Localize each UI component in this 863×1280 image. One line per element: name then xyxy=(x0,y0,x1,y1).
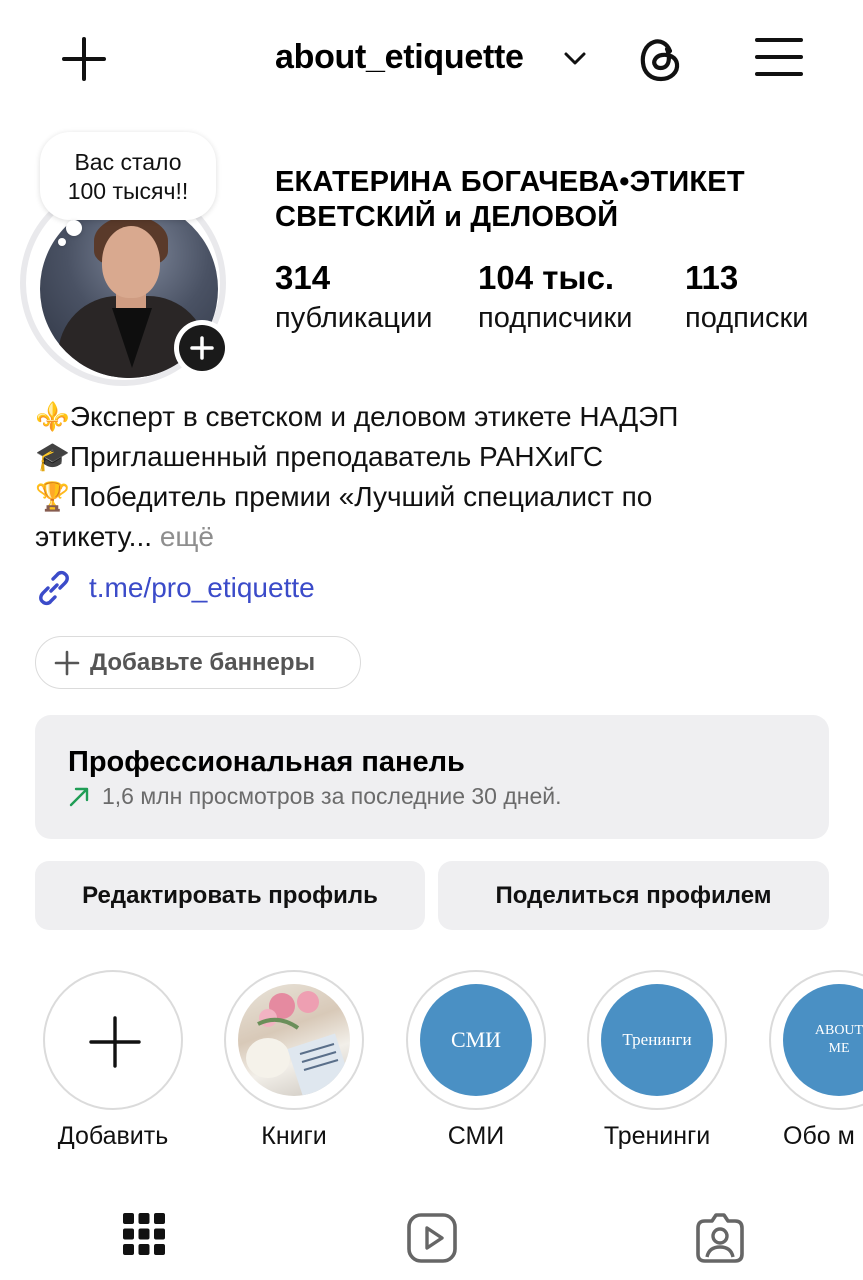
stat-followers-value: 104 тыс. xyxy=(478,259,615,296)
plus-icon xyxy=(54,650,80,675)
stat-followers-label: подписчики xyxy=(478,302,633,334)
threads-icon[interactable] xyxy=(634,33,686,85)
bio-line-1: ⚜️Эксперт в светском и деловом этикете Н… xyxy=(35,401,679,432)
edit-profile-button[interactable]: Редактировать профиль xyxy=(35,861,425,930)
reels-icon[interactable] xyxy=(406,1212,458,1264)
highlight-books[interactable]: Книги xyxy=(224,970,364,1151)
highlight-label: Добавить xyxy=(57,1122,169,1150)
stat-following-label: подписки xyxy=(685,302,809,334)
profile-content-tabs xyxy=(0,1200,863,1280)
highlight-label: Книги xyxy=(261,1122,327,1150)
dashboard-title: Профессиональная панель xyxy=(68,746,465,778)
professional-dashboard[interactable]: Профессиональная панель 1,6 млн просмотр… xyxy=(35,715,829,839)
name-line-2: СВЕТСКИЙ и ДЕЛОВОЙ xyxy=(275,201,619,233)
menu-icon[interactable] xyxy=(754,36,804,78)
link-text[interactable]: t.me/pro_etiquette xyxy=(89,572,315,604)
dashboard-subtitle: 1,6 млн просмотров за последние 30 дней. xyxy=(68,783,829,810)
highlight-circle: ABOUT ME xyxy=(769,970,863,1110)
bio-line-2: 🎓Приглашенный преподаватель РАНХиГС xyxy=(35,441,604,472)
plus-icon xyxy=(190,336,214,360)
highlight-circle: Тренинги xyxy=(587,970,727,1110)
stat-posts-label: публикации xyxy=(275,302,433,334)
highlight-trainings[interactable]: Тренинги Тренинги xyxy=(587,970,727,1151)
books-cover-image xyxy=(238,984,350,1096)
link-icon xyxy=(39,570,69,606)
name-line-1: ЕКАТЕРИНА БОГАЧЕВА•ЭТИКЕТ xyxy=(275,166,745,198)
profile-note[interactable]: Вас стало 100 тысяч!! xyxy=(40,132,216,220)
graduation-cap-icon: 🎓 xyxy=(35,441,70,472)
highlight-add[interactable]: Добавить xyxy=(43,970,183,1151)
account-username[interactable]: about_etiquette xyxy=(275,38,524,77)
highlight-circle xyxy=(43,970,183,1110)
note-line-1: Вас стало xyxy=(74,149,182,175)
highlight-media[interactable]: СМИ СМИ xyxy=(406,970,546,1151)
bio-line-4: этикету... ещё xyxy=(35,521,214,552)
bio-line-3: 🏆Победитель премии «Лучший специалист по xyxy=(35,481,653,512)
highlight-label: Обо м xyxy=(783,1122,855,1150)
tagged-icon[interactable] xyxy=(694,1212,746,1264)
add-banners-button[interactable]: Добавьте баннеры xyxy=(35,636,361,689)
note-line-2: 100 тысяч!! xyxy=(67,178,189,204)
profile-bio: ⚜️Эксперт в светском и деловом этикете Н… xyxy=(35,397,835,557)
profile-full-name: ЕКАТЕРИНА БОГАЧЕВА•ЭТИКЕТ СВЕТСКИЙ и ДЕЛ… xyxy=(275,165,745,235)
trophy-icon: 🏆 xyxy=(35,481,70,512)
highlight-cover-text: ABOUT ME xyxy=(783,984,863,1096)
fleur-de-lis-icon: ⚜️ xyxy=(35,401,70,432)
add-banners-label: Добавьте баннеры xyxy=(90,648,316,676)
highlight-label: СМИ xyxy=(447,1122,505,1150)
plus-icon xyxy=(89,1016,141,1068)
highlight-label: Тренинги xyxy=(603,1122,711,1150)
highlight-circle xyxy=(224,970,364,1110)
highlight-cover-text: Тренинги xyxy=(601,984,713,1096)
stat-posts[interactable]: 314 публикации xyxy=(275,258,432,338)
grid-icon[interactable] xyxy=(122,1212,166,1256)
plus-icon[interactable] xyxy=(60,35,108,83)
highlight-about-me[interactable]: ABOUT ME Обо м xyxy=(769,970,863,1151)
profile-link[interactable]: t.me/pro_etiquette xyxy=(35,568,315,608)
note-bubble-tail-small xyxy=(58,238,66,246)
add-story-button[interactable] xyxy=(174,320,230,376)
stat-following-value: 113 xyxy=(685,259,739,296)
note-bubble-tail xyxy=(66,220,82,236)
stat-followers[interactable]: 104 тыс. подписчики xyxy=(478,258,632,338)
highlight-circle: СМИ xyxy=(406,970,546,1110)
stat-following[interactable]: 113 подписки xyxy=(685,258,808,338)
stat-posts-value: 314 xyxy=(275,259,331,296)
top-bar: about_etiquette xyxy=(0,0,863,120)
trend-up-icon xyxy=(69,787,89,806)
share-profile-button[interactable]: Поделиться профилем xyxy=(438,861,829,930)
bio-more-link[interactable]: ещё xyxy=(160,521,214,552)
highlight-cover-text: СМИ xyxy=(420,984,532,1096)
chevron-down-icon[interactable] xyxy=(563,48,587,68)
